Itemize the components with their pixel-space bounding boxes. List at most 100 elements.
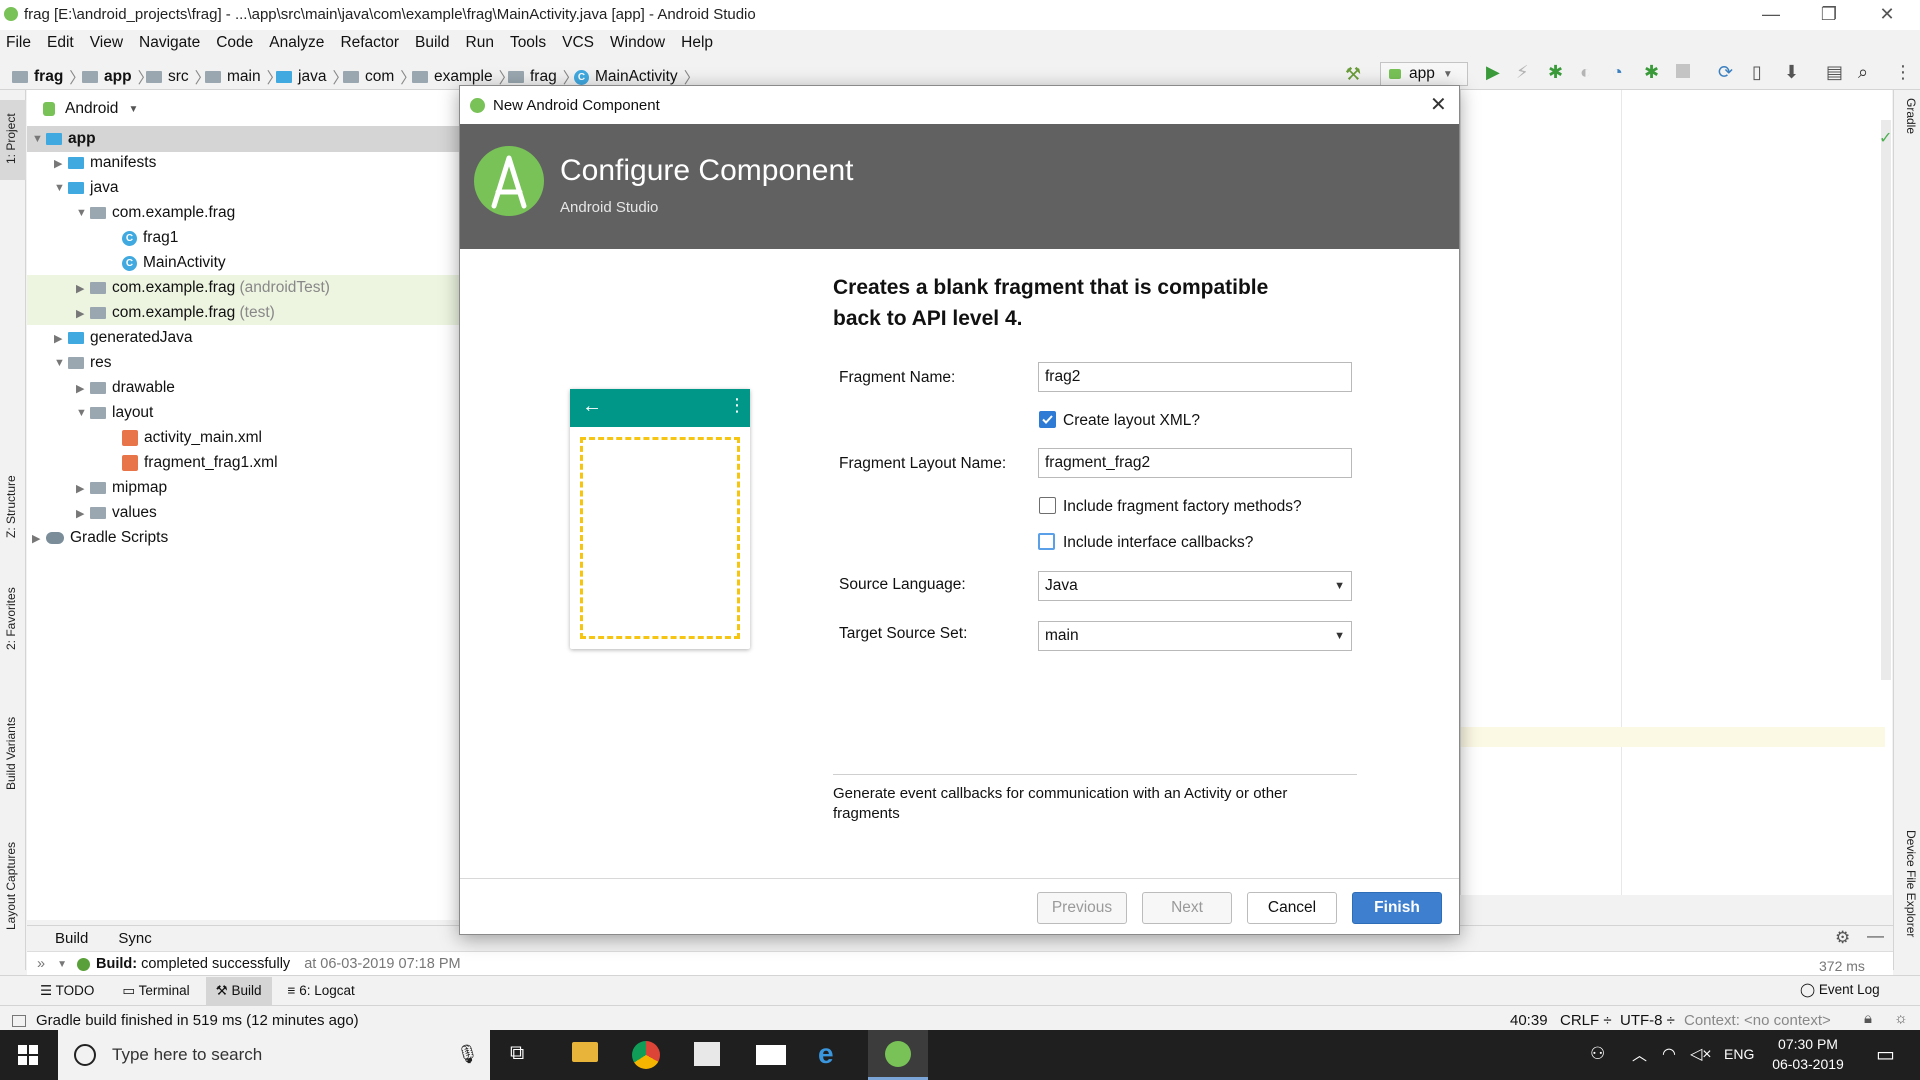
attach-debugger-icon[interactable]: ◐ [1580,62,1591,83]
taskbar-search[interactable]: Type here to search 🎙︎ [58,1030,490,1080]
tab-project[interactable]: 1: Project [4,113,18,164]
layout-name-field[interactable]: fragment_frag2 [1038,448,1352,478]
avd-manager-icon[interactable]: ▯ [1752,62,1762,83]
menu-tools[interactable]: Tools [510,34,546,52]
tree-item-app[interactable]: ▼ app [32,127,96,151]
search-icon[interactable]: ⌕ [1858,62,1868,83]
finish-button[interactable]: Finish [1352,892,1442,924]
cancel-button[interactable]: Cancel [1247,892,1337,924]
interface-callbacks-checkbox[interactable] [1038,533,1055,550]
language-indicator[interactable]: ENG [1724,1046,1754,1062]
tree-item-mipmap[interactable]: ▶ mipmap [76,476,167,500]
tree-item-package[interactable]: ▼ com.example.frag [76,201,235,225]
run-with-coverage-icon[interactable]: ✱ [1644,62,1659,83]
close-window-button[interactable]: ✕ [1858,0,1916,30]
hammer-build-icon[interactable]: ⚒ [1345,64,1365,84]
minimize-button[interactable]: — [1742,0,1800,30]
restore-button[interactable]: ❐ [1800,0,1858,30]
tree-item-layout[interactable]: ▼ layout [76,401,153,425]
tab-device-file-explorer[interactable]: Device File Explorer [1904,830,1918,937]
run-icon[interactable]: ▶ [1486,62,1500,83]
tab-build-output[interactable]: Build [49,930,94,947]
menu-file[interactable]: File [6,34,31,52]
wifi-icon[interactable]: ◠ [1662,1044,1676,1064]
overflow-icon[interactable]: ⋮ [1894,62,1912,83]
menu-navigate[interactable]: Navigate [139,34,200,52]
file-encoding[interactable]: UTF-8 ÷ [1620,1012,1675,1029]
close-icon[interactable]: ✕ [1430,92,1447,117]
event-log-tab[interactable]: ◯ Event Log [1800,982,1880,998]
tab-terminal[interactable]: ▭ Terminal [122,983,189,999]
tree-item-fragment-frag1-xml[interactable]: fragment_frag1.xml [122,451,278,475]
editor-scrollbar[interactable] [1881,120,1891,680]
build-result-row[interactable]: » ▼ Build: completed successfully at 06-… [37,956,461,972]
inspector-icon[interactable]: ☼ [1894,1010,1908,1027]
settings-gear-icon[interactable]: ⚙ [1835,928,1850,948]
hide-panel-icon[interactable]: — [1867,926,1884,946]
next-button[interactable]: Next [1142,892,1232,924]
tree-item-values[interactable]: ▶ values [76,501,157,525]
windows-start-icon[interactable] [18,1045,38,1065]
line-separator[interactable]: CRLF ÷ [1560,1012,1612,1029]
editor-area[interactable]: ✓ [1460,90,1892,895]
tab-gradle[interactable]: Gradle [1904,98,1918,134]
sdk-manager-icon[interactable]: ⬇ [1784,62,1799,83]
tree-item-frag1[interactable]: Cfrag1 [122,226,178,250]
tab-build[interactable]: ⚒ Build [205,976,272,1005]
tree-item-drawable[interactable]: ▶ drawable [76,376,175,400]
stop-icon[interactable] [1676,64,1690,78]
create-layout-label[interactable]: Create layout XML? [1063,412,1200,430]
caret-position[interactable]: 40:39 [1510,1012,1548,1029]
menu-analyze[interactable]: Analyze [269,34,324,52]
tab-build-variants[interactable]: Build Variants [4,717,18,790]
tab-favorites[interactable]: 2: Favorites [4,587,18,650]
tree-item-generatedjava[interactable]: ▶ generatedJava [54,326,193,350]
show-hidden-icons-icon[interactable]: ︿ [1632,1044,1647,1065]
profile-icon[interactable]: ◔ [1612,62,1623,83]
volume-icon[interactable]: ◁× [1690,1044,1712,1064]
lock-icon[interactable]: 🔒︎ [1864,1010,1872,1027]
menu-edit[interactable]: Edit [47,34,74,52]
target-source-set-select[interactable]: main ▼ [1038,621,1352,651]
file-explorer-icon[interactable] [572,1042,598,1062]
project-structure-icon[interactable]: ▤ [1826,62,1843,83]
chrome-icon[interactable] [632,1041,660,1069]
tab-logcat[interactable]: ≡ 6: Logcat [288,983,355,998]
breadcrumb-com[interactable]: com 〉 [343,66,422,88]
factory-methods-label[interactable]: Include fragment factory methods? [1063,498,1302,516]
factory-methods-checkbox[interactable] [1039,497,1056,514]
menu-refactor[interactable]: Refactor [340,34,399,52]
source-language-select[interactable]: Java ▼ [1038,571,1352,601]
notifications-icon[interactable]: ▭ [1876,1042,1895,1067]
menu-vcs[interactable]: VCS [562,34,594,52]
people-icon[interactable]: ⚇ [1590,1044,1605,1064]
menu-code[interactable]: Code [216,34,253,52]
fragment-name-field[interactable]: frag2 [1038,362,1352,392]
tree-item-mainactivity[interactable]: C MainActivity [122,251,226,275]
task-view-icon[interactable]: ⧉ [510,1042,524,1065]
tab-layout-captures[interactable]: Layout Captures [4,842,18,930]
tree-item-gradle-scripts[interactable]: ▶ Gradle Scripts [32,526,168,550]
tree-item-package-test[interactable]: ▶ com.example.frag (test) [76,301,275,325]
debug-icon[interactable]: ✱ [1548,62,1563,83]
tree-item-package-androidtest[interactable]: ▶ com.example.frag (androidTest) [76,276,330,300]
tab-structure[interactable]: Z: Structure [4,475,18,538]
store-icon[interactable] [694,1042,720,1066]
menu-view[interactable]: View [90,34,123,52]
clock-date[interactable]: 06-03-2019 [1768,1056,1848,1072]
menu-help[interactable]: Help [681,34,713,52]
clock-time[interactable]: 07:30 PM [1776,1036,1840,1052]
apply-changes-icon[interactable]: ⚡ [1516,62,1529,83]
panel-toggle-icon[interactable] [12,1014,26,1027]
tree-item-res[interactable]: ▼ res [54,351,112,375]
microphone-icon[interactable]: 🎙︎ [456,1044,479,1065]
tree-item-java[interactable]: ▼ java [54,176,118,200]
project-view-selector[interactable]: Android ▼ [27,96,138,122]
sync-gradle-icon[interactable]: ⟳ [1718,62,1733,83]
tab-todo[interactable]: ☰ TODO [40,983,94,999]
menu-build[interactable]: Build [415,34,449,52]
breadcrumb-frag[interactable]: frag 〉 [12,66,91,88]
interface-callbacks-label[interactable]: Include interface callbacks? [1063,534,1253,552]
mail-icon[interactable] [756,1045,786,1065]
previous-button[interactable]: Previous [1037,892,1127,924]
